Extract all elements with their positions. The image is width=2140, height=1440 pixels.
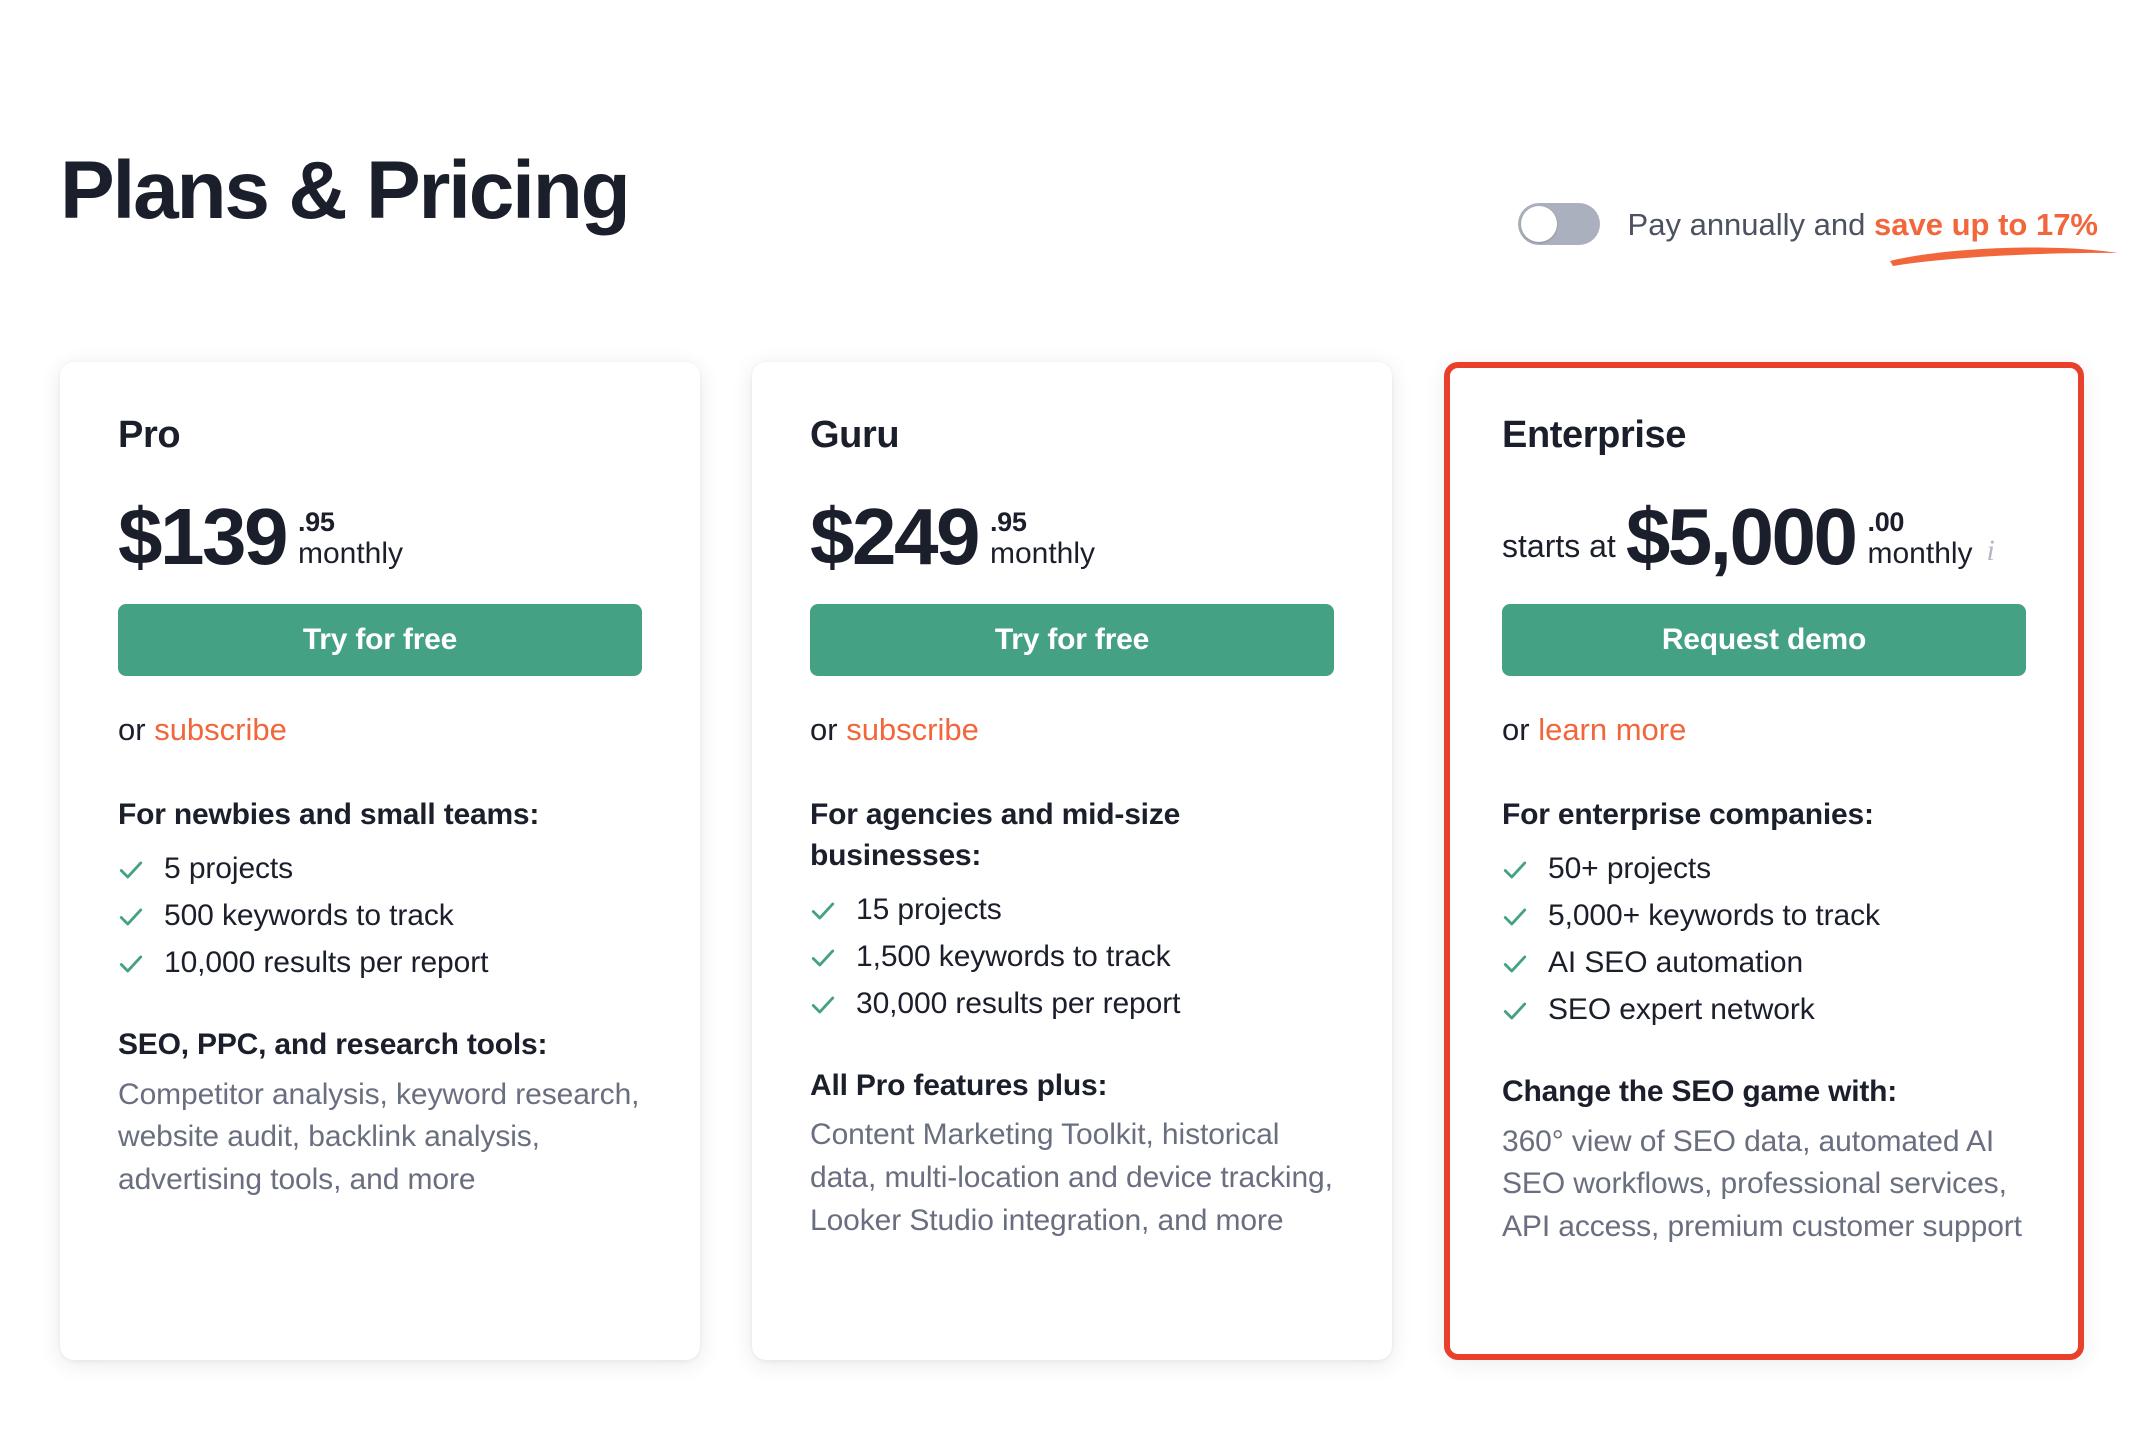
price-suffix: .95 monthly (298, 508, 403, 574)
learn-more-link[interactable]: learn more (1538, 712, 1686, 747)
list-item: AI SEO automation (1502, 946, 2026, 979)
description-block: All Pro features plus: Content Marketing… (810, 1066, 1334, 1243)
list-item: 30,000 results per report (810, 987, 1334, 1020)
price-prefix: starts at (1502, 528, 1616, 564)
alt-action-prefix: or (118, 712, 155, 747)
features-heading: For newbies and small teams: (118, 798, 540, 831)
alt-action-line: or learn more (1502, 714, 2026, 745)
alt-action-line: or subscribe (118, 714, 642, 745)
check-icon (811, 996, 835, 1014)
price-period: monthly (989, 536, 1096, 570)
pricing-card-enterprise: Enterprise starts at $5,000 .00 monthly … (1444, 362, 2084, 1360)
description-heading: SEO, PPC, and research tools: (118, 1027, 548, 1061)
list-item: SEO expert network (1502, 993, 2026, 1026)
page-title: Plans & Pricing (60, 145, 631, 236)
feature-list: 50+ projects 5,000+ keywords to track AI… (1502, 852, 2026, 1026)
feature-label: 30,000 results per report (856, 986, 1181, 1020)
price-cents: .95 (297, 507, 335, 538)
features-heading: For agencies and mid-size businesses: (810, 798, 1181, 872)
list-item: 10,000 results per report (118, 946, 642, 979)
description-block: Change the SEO game with: 360° view of S… (1502, 1072, 2026, 1249)
plan-price: $249 .95 monthly (810, 488, 1334, 582)
list-item: 500 keywords to track (118, 899, 642, 932)
description-heading: Change the SEO game with: (1502, 1074, 1898, 1108)
check-icon (1503, 861, 1527, 879)
toggle-knob (1520, 206, 1557, 242)
info-icon[interactable]: i (1987, 536, 1995, 574)
description-body: Competitor analysis, keyword research, w… (118, 1077, 640, 1196)
feature-label: 500 keywords to track (164, 898, 454, 932)
plan-name: Pro (118, 414, 181, 456)
description-body: 360° view of SEO data, automated AI SEO … (1502, 1124, 2022, 1243)
feature-list: 15 projects 1,500 keywords to track 30,0… (810, 893, 1334, 1020)
pay-annually-toggle[interactable] (1517, 203, 1600, 245)
underline-swoosh-icon (1889, 246, 2118, 266)
price-amount: $5,000 (1625, 492, 1858, 582)
subscribe-link[interactable]: subscribe (846, 712, 979, 747)
price-period: monthly (297, 536, 404, 570)
alt-action-prefix: or (810, 712, 847, 747)
feature-label: AI SEO automation (1548, 945, 1804, 979)
try-for-free-button[interactable]: Try for free (810, 604, 1334, 676)
list-item: 50+ projects (1502, 852, 2026, 885)
price-amount: $139 (118, 492, 288, 582)
alt-action-prefix: or (1502, 712, 1539, 747)
feature-label: SEO expert network (1548, 992, 1815, 1026)
price-cents: .00 (1867, 507, 1905, 538)
feature-list: 5 projects 500 keywords to track 10,000 … (118, 852, 642, 979)
list-item: 15 projects (810, 893, 1334, 926)
price-amount: $249 (810, 492, 980, 582)
check-icon (811, 902, 835, 920)
features-heading: For enterprise companies: (1502, 798, 1874, 831)
plan-price: starts at $5,000 .00 monthly i (1502, 488, 2026, 582)
billing-savings-highlight: save up to 17% (1874, 206, 2098, 242)
feature-label: 50+ projects (1548, 851, 1712, 885)
feature-label: 1,500 keywords to track (856, 939, 1171, 973)
check-icon (1503, 1002, 1527, 1020)
try-for-free-button[interactable]: Try for free (118, 604, 642, 676)
list-item: 5,000+ keywords to track (1502, 899, 2026, 932)
check-icon (1503, 955, 1527, 973)
price-suffix: .00 monthly (1868, 508, 1973, 574)
description-body: Content Marketing Toolkit, historical da… (810, 1118, 1333, 1237)
plan-price: $139 .95 monthly (118, 488, 642, 582)
request-demo-button[interactable]: Request demo (1502, 604, 2026, 676)
plan-name: Guru (810, 414, 900, 456)
description-block: SEO, PPC, and research tools: Competitor… (118, 1025, 642, 1202)
page-header: Plans & Pricing Pay annually and save up… (0, 0, 2140, 300)
price-period: monthly (1867, 536, 1973, 570)
subscribe-link[interactable]: subscribe (154, 712, 287, 747)
billing-toggle-prefix: Pay annually and (1627, 206, 1875, 242)
feature-label: 15 projects (856, 892, 1002, 926)
pricing-card-pro: Pro $139 .95 monthly Try for free or sub… (60, 362, 700, 1360)
plan-name: Enterprise (1502, 414, 1686, 456)
pricing-page: Plans & Pricing Pay annually and save up… (0, 0, 2140, 1440)
check-icon (1503, 908, 1527, 926)
list-item: 1,500 keywords to track (810, 940, 1334, 973)
price-suffix: .95 monthly (990, 508, 1095, 574)
description-heading: All Pro features plus: (810, 1068, 1108, 1102)
price-cents: .95 (989, 507, 1027, 538)
pricing-cards: Pro $139 .95 monthly Try for free or sub… (0, 362, 2140, 1362)
check-icon (119, 908, 143, 926)
check-icon (119, 861, 143, 879)
check-icon (119, 955, 143, 973)
check-icon (811, 949, 835, 967)
feature-label: 5,000+ keywords to track (1548, 898, 1880, 932)
list-item: 5 projects (118, 852, 642, 885)
feature-label: 5 projects (164, 851, 294, 885)
billing-toggle-label: Pay annually and save up to 17% (1627, 206, 2118, 266)
pricing-card-guru: Guru $249 .95 monthly Try for free or su… (752, 362, 1392, 1360)
billing-period-control: Pay annually and save up to 17% (1517, 200, 2118, 266)
feature-label: 10,000 results per report (164, 945, 489, 979)
alt-action-line: or subscribe (810, 714, 1334, 745)
